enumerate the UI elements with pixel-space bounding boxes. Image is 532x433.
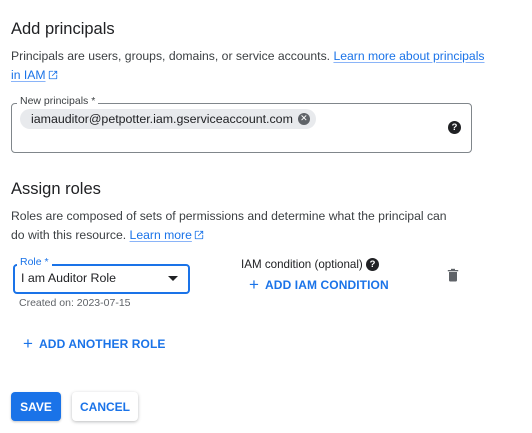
external-link-icon [48, 70, 57, 80]
add-principals-description-text: Principals are users, groups, domains, o… [11, 49, 334, 63]
plus-icon: + [249, 275, 260, 294]
cancel-circle-icon[interactable]: ✕ [297, 113, 310, 125]
help-circle-icon[interactable]: ? [448, 121, 461, 134]
dropdown-arrow-icon[interactable] [168, 276, 178, 281]
external-link-icon [194, 230, 204, 240]
cancel-button[interactable]: CANCEL [72, 392, 138, 421]
add-another-role-button[interactable]: + ADD ANOTHER ROLE [23, 334, 166, 353]
role-label: Role * [17, 256, 52, 268]
learn-more-roles-link-text: Learn more [129, 228, 192, 242]
iam-condition-label: IAM condition (optional) [241, 258, 363, 271]
assign-roles-title: Assign roles [11, 180, 101, 198]
help-circle-icon[interactable]: ? [366, 258, 379, 271]
add-principals-title: Add principals [11, 20, 115, 38]
role-selected-value: I am Auditor Role [21, 271, 117, 285]
new-principals-label: New principals * [17, 95, 99, 107]
learn-more-roles-link[interactable]: Learn more [130, 228, 204, 242]
save-button[interactable]: SAVE [11, 392, 61, 421]
principal-chip[interactable]: iamauditor@petpotter.iam.gserviceaccount… [20, 109, 316, 129]
add-iam-condition-button[interactable]: + ADD IAM CONDITION [249, 275, 389, 294]
principal-chip-label: iamauditor@petpotter.iam.gserviceaccount… [31, 112, 293, 126]
assign-roles-description: Roles are composed of sets of permission… [11, 207, 459, 245]
add-another-role-label: ADD ANOTHER ROLE [39, 337, 166, 351]
plus-icon: + [23, 334, 34, 353]
add-principals-description: Principals are users, groups, domains, o… [11, 47, 491, 85]
role-created-on: Created on: 2023-07-15 [19, 297, 131, 309]
add-iam-condition-label: ADD IAM CONDITION [265, 278, 389, 292]
assign-roles-description-text: Roles are composed of sets of permission… [11, 209, 447, 242]
trash-icon[interactable] [446, 268, 460, 282]
